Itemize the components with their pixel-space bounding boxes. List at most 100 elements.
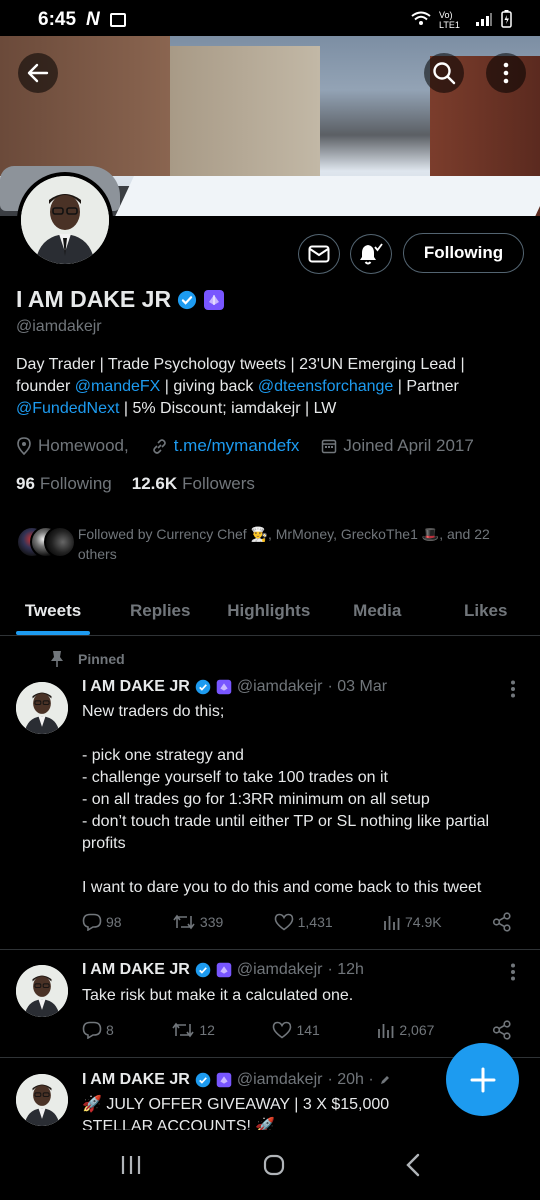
retweet-button[interactable]: 12 (171, 1021, 215, 1039)
link-icon (152, 438, 166, 454)
retweet-button[interactable]: 339 (172, 913, 223, 931)
like-count: 141 (296, 1022, 320, 1038)
tweet-time: · 12h (327, 961, 364, 978)
bio-text: | giving back (160, 378, 258, 395)
search-button[interactable] (424, 53, 464, 93)
views-count: 74.9K (405, 914, 442, 930)
profile-handle: @iamdakejr (16, 318, 102, 335)
tweet-text: New traders do this; - pick one strategy… (82, 703, 490, 896)
retweet-count: 12 (199, 1022, 215, 1038)
following-count-link[interactable]: 96 Following (16, 474, 112, 494)
battery-icon (501, 9, 512, 31)
gallery-icon (109, 13, 126, 27)
search-icon (433, 62, 456, 85)
follow-counts: 96 Following 12.6K Followers (16, 474, 255, 494)
profile-avatar[interactable] (17, 172, 113, 268)
tweet-item[interactable]: I AM DAKE JR @iamdakejr · 12h Take risk … (0, 950, 540, 1058)
followers-count-link[interactable]: 12.6K Followers (132, 474, 255, 494)
back-nav-icon[interactable] (405, 1153, 421, 1177)
views-count: 2,067 (399, 1022, 435, 1038)
mail-icon (308, 245, 330, 263)
tweet-avatar[interactable] (16, 965, 68, 1017)
mention-link[interactable]: @dteensforchange (258, 378, 393, 395)
subscription-badge-icon[interactable] (203, 289, 225, 311)
tweet-author-name[interactable]: I AM DAKE JR (82, 961, 190, 979)
verified-icon (195, 1072, 211, 1088)
reply-button[interactable]: 98 (82, 913, 122, 931)
tweet-time: · 03 Mar (327, 678, 388, 695)
reply-count: 98 (106, 914, 122, 930)
profile-tabs: Tweets Replies Highlights Media Likes (0, 586, 540, 636)
subscription-badge-icon (216, 679, 232, 695)
banner-snow (106, 176, 540, 216)
subscription-badge-icon (216, 962, 232, 978)
tweet-author-handle: @iamdakejr (236, 961, 323, 978)
tweet-header: I AM DAKE JR @iamdakejr · 03 Mar (82, 678, 387, 696)
views-icon (378, 1024, 394, 1038)
bio-text: | Partner (393, 378, 459, 395)
compose-button[interactable] (446, 1043, 519, 1116)
retweet-icon (172, 1022, 194, 1038)
tab-media[interactable]: Media (323, 586, 432, 635)
tweet-avatar[interactable] (16, 682, 68, 734)
following-label: Following (39, 474, 112, 493)
home-icon[interactable] (262, 1153, 286, 1177)
share-button[interactable] (492, 1020, 512, 1040)
like-button[interactable]: 141 (272, 1021, 320, 1039)
status-time: 6:45 (38, 9, 77, 30)
like-icon (274, 913, 293, 931)
reply-button[interactable]: 8 (82, 1021, 114, 1039)
views-button[interactable]: 2,067 (377, 1021, 434, 1039)
verified-icon (195, 962, 211, 978)
views-button[interactable]: 74.9K (383, 913, 442, 931)
followed-by[interactable]: Followed by Currency Chef 👨‍🍳, MrMoney, … (16, 524, 516, 564)
back-button[interactable] (18, 53, 58, 93)
verified-icon[interactable] (177, 290, 197, 310)
avatar (44, 526, 76, 558)
tweet-author-name[interactable]: I AM DAKE JR (82, 1071, 190, 1089)
tab-likes[interactable]: Likes (432, 586, 540, 635)
n-icon: N (86, 9, 100, 30)
tweet-author-handle: @iamdakejr (236, 678, 323, 695)
like-button[interactable]: 1,431 (274, 913, 333, 931)
share-icon (492, 1020, 511, 1040)
tab-replies[interactable]: Replies (106, 586, 215, 635)
network-label: Vo) LTE1 (439, 10, 460, 30)
following-button[interactable]: Following (403, 233, 524, 273)
more-options-button[interactable] (486, 53, 526, 93)
mention-link[interactable]: @FundedNext (16, 400, 119, 417)
share-icon (492, 912, 511, 932)
recent-apps-icon[interactable] (119, 1154, 143, 1176)
bell-check-icon (360, 243, 383, 265)
tweet-author-name[interactable]: I AM DAKE JR (82, 678, 190, 696)
share-button[interactable] (492, 912, 512, 932)
tab-tweets[interactable]: Tweets (0, 586, 106, 635)
calendar-icon (322, 439, 337, 454)
tweet-actions: 98 339 1,431 74.9K (82, 912, 512, 932)
message-button[interactable] (298, 234, 340, 274)
tweet-header: I AM DAKE JR @iamdakejr · 20h · (82, 1071, 391, 1089)
followers-label: Followers (182, 474, 255, 493)
followers-count: 12.6K (131, 474, 178, 493)
reply-icon (82, 1021, 102, 1039)
tweet-author-handle: @iamdakejr (236, 1071, 323, 1088)
like-icon (273, 1021, 292, 1039)
tweet-avatar[interactable] (16, 1074, 68, 1126)
notifications-button[interactable] (350, 234, 392, 274)
tweet-item[interactable]: I AM DAKE JR @iamdakejr · 03 Mar New tra… (0, 640, 540, 950)
profile-website[interactable]: t.me/mymandefx (174, 436, 300, 456)
more-vert-icon[interactable] (510, 680, 516, 698)
more-vert-icon[interactable] (510, 963, 516, 981)
profile-location: Homewood, (38, 436, 129, 455)
more-vert-icon (503, 62, 509, 84)
retweet-count: 339 (199, 914, 224, 930)
tweet-text: Take risk but make it a calculated one. (82, 987, 354, 1004)
retweet-icon (173, 914, 195, 930)
followed-by-avatars (16, 524, 76, 560)
mention-link[interactable]: @mandeFX (75, 378, 161, 395)
tab-highlights[interactable]: Highlights (215, 586, 324, 635)
status-bar: 6:45 N Vo) LTE1 (0, 0, 540, 40)
subscription-badge-icon (216, 1072, 232, 1088)
bio-text: | 5% Discount; iamdakejr | LW (119, 400, 337, 417)
profile-meta: Homewood, t.me/mymandefx Joined April 20… (16, 436, 474, 456)
